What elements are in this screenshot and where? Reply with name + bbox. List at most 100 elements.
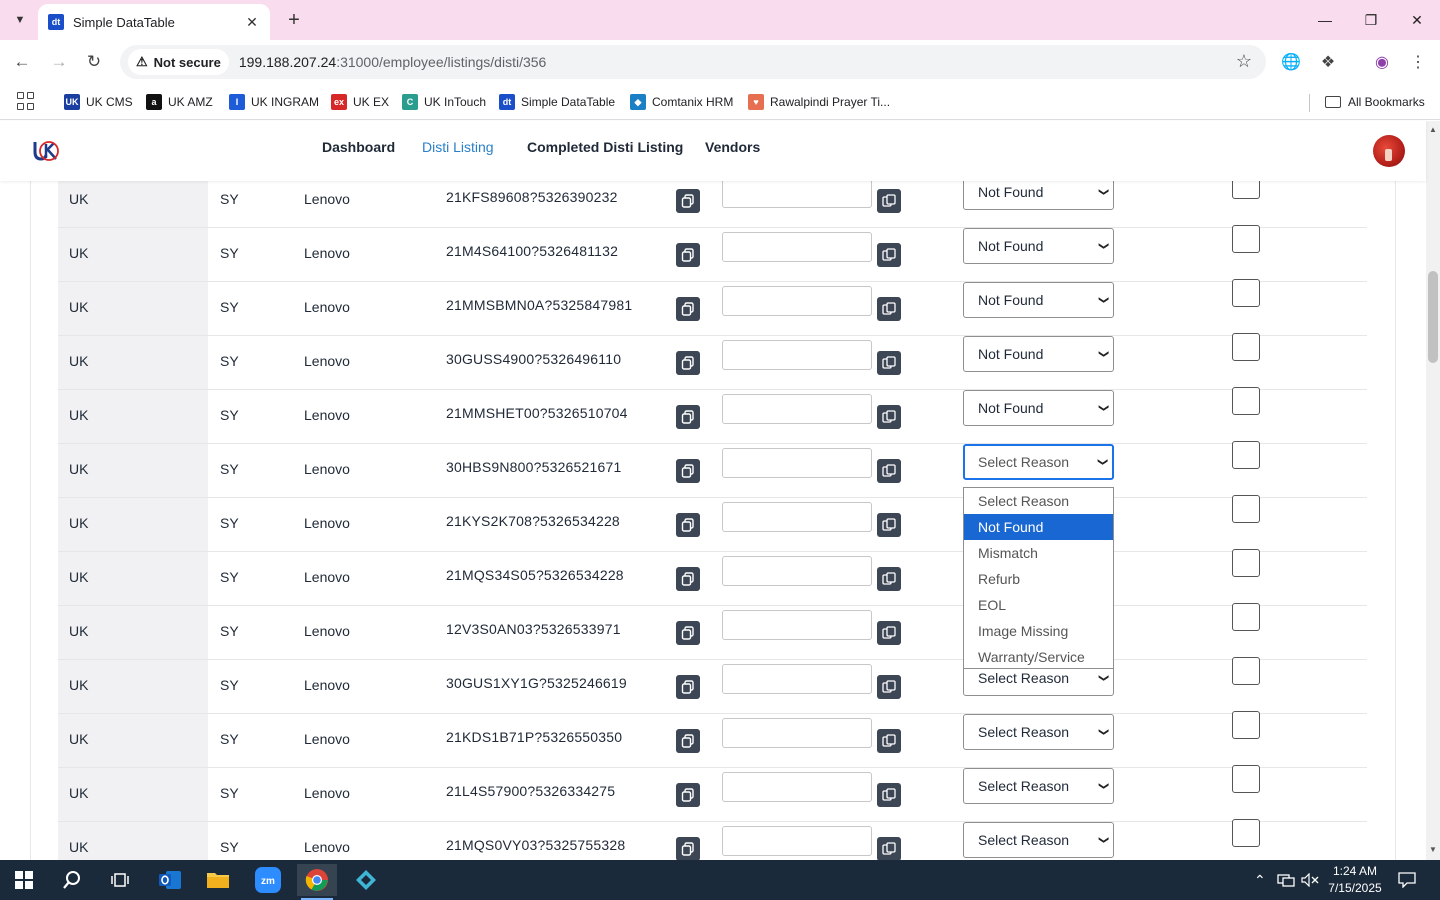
row-checkbox[interactable] — [1232, 495, 1260, 523]
listing-input[interactable] — [722, 826, 872, 856]
reason-select[interactable]: Select Reason ❯ — [963, 768, 1114, 804]
profile-icon[interactable]: ◉ — [1370, 50, 1394, 74]
paste-button[interactable] — [877, 405, 901, 429]
row-checkbox[interactable] — [1232, 603, 1260, 631]
copy-sku-button[interactable] — [676, 621, 700, 645]
row-checkbox[interactable] — [1232, 819, 1260, 847]
row-checkbox[interactable] — [1232, 711, 1260, 739]
copy-sku-button[interactable] — [676, 837, 700, 860]
bookmark-item[interactable]: ex UK EX — [331, 91, 389, 113]
system-clock[interactable]: 1:24 AM 7/15/2025 — [1320, 863, 1390, 897]
page-scrollbar[interactable]: ▲ ▼ — [1426, 121, 1440, 860]
tray-chevron-icon[interactable]: ⌃ — [1254, 860, 1266, 900]
task-view-icon[interactable] — [100, 864, 140, 896]
copy-sku-button[interactable] — [676, 459, 700, 483]
reason-option[interactable]: EOL — [964, 592, 1113, 618]
back-icon[interactable]: ← — [10, 50, 34, 74]
copy-sku-button[interactable] — [676, 351, 700, 375]
app-diamond-icon[interactable] — [346, 864, 386, 896]
paste-button[interactable] — [877, 513, 901, 537]
all-bookmarks-button[interactable]: All Bookmarks — [1325, 91, 1425, 113]
reason-select[interactable]: Select Reason ❯ — [963, 714, 1114, 750]
paste-button[interactable] — [877, 567, 901, 591]
copy-sku-button[interactable] — [676, 405, 700, 429]
minimize-icon[interactable]: — — [1313, 8, 1337, 32]
row-checkbox[interactable] — [1232, 549, 1260, 577]
security-chip[interactable]: ⚠ Not secure — [128, 49, 229, 75]
reload-icon[interactable]: ↻ — [82, 50, 106, 74]
bookmark-item[interactable]: ◆ Comtanix HRM — [630, 91, 733, 113]
zoom-icon[interactable]: zm — [248, 864, 288, 896]
bookmark-star-icon[interactable]: ☆ — [1236, 51, 1252, 72]
nav-link[interactable]: Vendors — [705, 139, 760, 155]
start-windows-icon[interactable] — [4, 864, 44, 896]
bookmark-item[interactable]: UK UK CMS — [64, 91, 133, 113]
search-icon[interactable] — [52, 864, 92, 896]
row-checkbox[interactable] — [1232, 279, 1260, 307]
copy-sku-button[interactable] — [676, 567, 700, 591]
reason-option[interactable]: Warranty/Service — [964, 644, 1113, 670]
browser-tab[interactable]: dt Simple DataTable ✕ — [38, 4, 270, 40]
paste-button[interactable] — [877, 189, 901, 213]
listing-input[interactable] — [722, 610, 872, 640]
row-checkbox[interactable] — [1232, 441, 1260, 469]
paste-button[interactable] — [877, 837, 901, 860]
listing-input[interactable] — [722, 718, 872, 748]
paste-button[interactable] — [877, 459, 901, 483]
reason-select[interactable]: Not Found ❯ — [963, 282, 1114, 318]
listing-input[interactable] — [722, 181, 872, 208]
url-text[interactable]: 199.188.207.24:31000/employee/listings/d… — [239, 54, 546, 70]
forward-icon[interactable]: → — [47, 50, 71, 74]
paste-button[interactable] — [877, 729, 901, 753]
logo-icon[interactable] — [32, 138, 60, 164]
row-checkbox[interactable] — [1232, 181, 1260, 199]
listing-input[interactable] — [722, 556, 872, 586]
scroll-thumb[interactable] — [1428, 271, 1438, 363]
paste-button[interactable] — [877, 675, 901, 699]
paste-button[interactable] — [877, 243, 901, 267]
nav-link[interactable]: Disti Listing — [422, 139, 494, 155]
omnibox[interactable]: ⚠ Not secure 199.188.207.24:31000/employ… — [120, 45, 1266, 79]
apps-grid-icon[interactable] — [17, 92, 35, 110]
row-checkbox[interactable] — [1232, 765, 1260, 793]
reason-select[interactable]: Not Found ❯ — [963, 181, 1114, 210]
new-tab-icon[interactable]: + — [282, 8, 306, 32]
reason-select[interactable]: Select Reason ❯ — [963, 444, 1114, 480]
listing-input[interactable] — [722, 772, 872, 802]
row-checkbox[interactable] — [1232, 333, 1260, 361]
file-explorer-icon[interactable] — [198, 864, 238, 896]
reason-select[interactable]: Not Found ❯ — [963, 336, 1114, 372]
listing-input[interactable] — [722, 502, 872, 532]
listing-input[interactable] — [722, 340, 872, 370]
row-checkbox[interactable] — [1232, 225, 1260, 253]
scroll-up-icon[interactable]: ▲ — [1429, 125, 1437, 134]
volume-muted-icon[interactable] — [1301, 860, 1319, 900]
copy-sku-button[interactable] — [676, 783, 700, 807]
copy-sku-button[interactable] — [676, 729, 700, 753]
listing-input[interactable] — [722, 232, 872, 262]
bookmark-item[interactable]: dt Simple DataTable — [499, 91, 615, 113]
reason-option[interactable]: Not Found — [964, 514, 1113, 540]
listing-input[interactable] — [722, 664, 872, 694]
copy-sku-button[interactable] — [676, 675, 700, 699]
copy-sku-button[interactable] — [676, 297, 700, 321]
reason-option[interactable]: Image Missing — [964, 618, 1113, 644]
reason-select[interactable]: Not Found ❯ — [963, 228, 1114, 264]
network-icon[interactable] — [1277, 860, 1295, 900]
menu-kebab-icon[interactable]: ⋮ — [1406, 50, 1430, 74]
nav-link[interactable]: Dashboard — [322, 139, 395, 155]
listing-input[interactable] — [722, 394, 872, 424]
reason-dropdown-list[interactable]: Select Reason Not Found Mismatch Refurb EOL I… — [963, 487, 1114, 669]
bookmark-item[interactable]: ♥ Rawalpindi Prayer Ti... — [748, 91, 890, 113]
paste-button[interactable] — [877, 621, 901, 645]
bookmark-item[interactable]: a UK AMZ — [146, 91, 213, 113]
tab-close-icon[interactable]: ✕ — [244, 14, 260, 31]
chrome-icon[interactable] — [297, 864, 337, 900]
listing-input[interactable] — [722, 448, 872, 478]
notification-icon[interactable] — [1398, 860, 1416, 900]
outlook-icon[interactable] — [150, 864, 190, 896]
tab-search-icon[interactable]: ▼ — [8, 8, 32, 32]
nav-link[interactable]: Completed Disti Listing — [527, 139, 683, 155]
reason-option[interactable]: Refurb — [964, 566, 1113, 592]
extensions-icon[interactable]: ❖ — [1316, 50, 1340, 74]
